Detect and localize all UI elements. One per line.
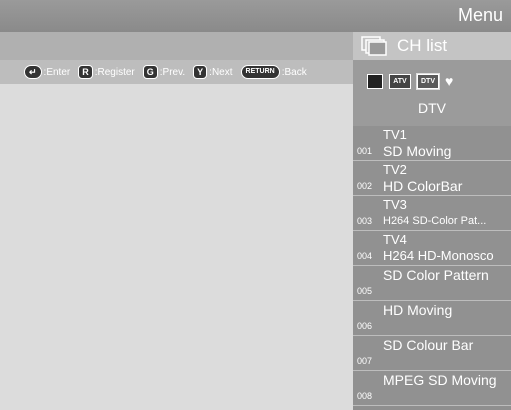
dtv-source-icon[interactable]: DTV [416,73,440,90]
help-prev-label: :Prev. [159,66,186,78]
channel-name: MPEG SD Moving [383,372,497,388]
source-panel: ATV DTV ♥ DTV [353,60,511,126]
input-source-icon[interactable] [367,74,383,89]
help-register: R :Register [78,65,135,79]
channel-item[interactable]: MPEG SD Moving 008 [353,371,511,406]
selected-source-label: DTV [418,100,446,116]
ch-list-icon [361,36,387,56]
help-enter-label: :Enter [43,66,71,78]
channel-name: SD Color Pattern [383,267,489,283]
help-next-label: :Next [209,66,233,78]
help-next: Y :Next [193,65,233,79]
r-key-icon: R [78,65,93,79]
ch-list-title: CH list [397,36,448,55]
channel-name: HD Moving [383,302,453,318]
channel-program: HD ColorBar [383,178,463,194]
ch-list-header: CH list [353,32,511,60]
channel-program: H264 HD-Monosco [383,248,494,263]
atv-source-icon[interactable]: ATV [389,74,411,89]
channel-number: 008 [357,391,373,401]
channel-number: 004 [357,251,373,261]
menu-title: Menu [457,5,503,25]
channel-number: 002 [357,181,373,191]
channel-number: 001 [357,146,373,156]
channel-item[interactable]: TV1 001 SD Moving [353,126,511,161]
help-enter: ↵ :Enter [24,65,70,79]
channel-item[interactable]: SD Color Pattern 005 [353,266,511,301]
help-back-label: :Back [281,66,307,78]
channel-item[interactable]: HD Moving 006 [353,301,511,336]
help-register-label: :Register [94,66,135,78]
channel-number: 007 [357,356,373,366]
channel-number: 005 [357,286,373,296]
y-key-icon: Y [193,65,208,79]
channel-list: TV1 001 SD Moving TV2 002 HD ColorBar TV… [353,126,511,410]
top-bar: Menu [0,0,511,32]
return-key-icon: RETURN [240,65,280,79]
help-prev: G :Prev. [142,65,186,79]
preview-area [0,84,353,410]
help-bar: ↵ :Enter R :Register G :Prev. Y :Next RE… [0,60,353,84]
channel-name: SD Colour Bar [383,337,474,353]
g-key-icon: G [142,65,158,79]
secondary-bar [0,32,353,60]
channel-number: 006 [357,321,373,331]
channel-name: TV2 [383,162,407,177]
enter-key-icon: ↵ [24,65,42,79]
channel-item[interactable]: SD Colour Bar 007 [353,336,511,371]
source-icons: ATV DTV ♥ [367,73,453,90]
channel-name: TV4 [383,232,407,247]
channel-name: TV1 [383,127,407,142]
channel-item[interactable]: TV4 004 H264 HD-Monosco [353,231,511,266]
channel-name: TV3 [383,197,407,212]
channel-program: H264 SD-Color Pat... [383,215,487,227]
heart-icon[interactable]: ♥ [445,74,453,88]
help-back: RETURN :Back [240,65,307,79]
channel-number: 003 [357,216,373,226]
channel-item[interactable]: TV2 002 HD ColorBar [353,161,511,196]
channel-program: SD Moving [383,143,452,159]
channel-item[interactable]: TV3 003 H264 SD-Color Pat... [353,196,511,231]
